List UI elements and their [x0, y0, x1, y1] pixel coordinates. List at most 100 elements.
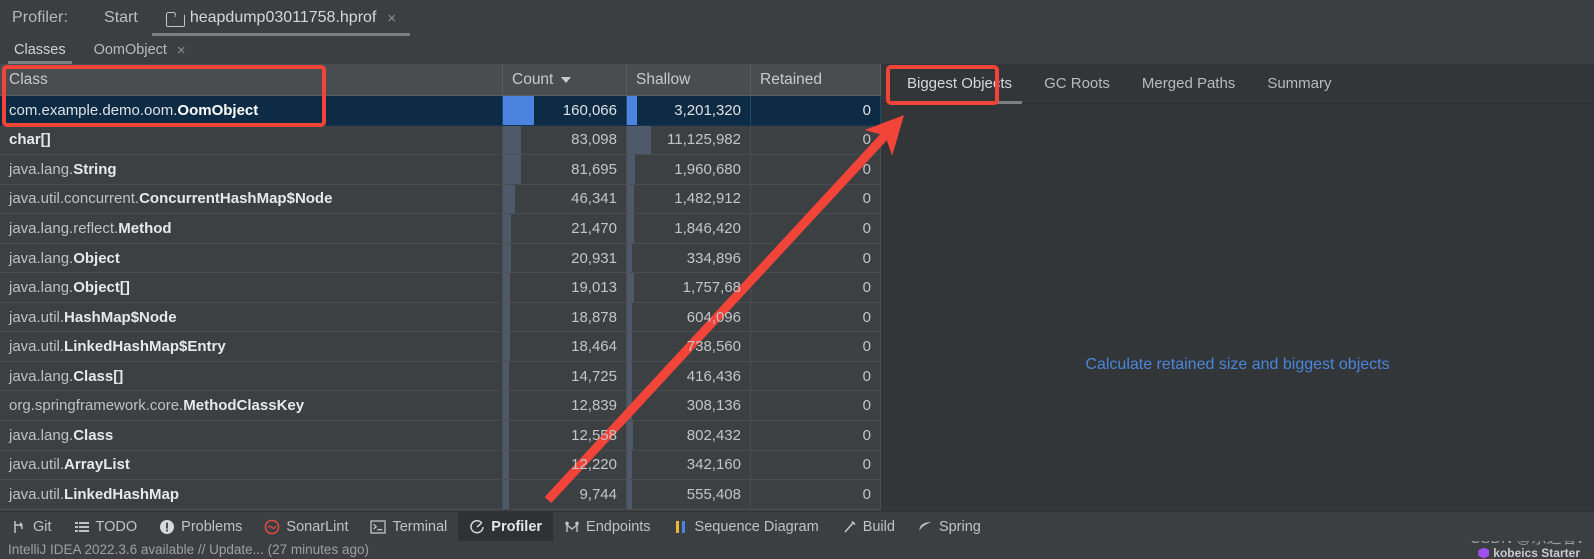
cell-class: java.lang. Object	[0, 243, 503, 273]
cell-count-value: 18,464	[571, 338, 617, 356]
tab-oomobject[interactable]: OomObject ×	[80, 36, 200, 64]
cell-shallow: 416,436	[627, 361, 751, 391]
cell-retained-value: 0	[862, 160, 871, 178]
cell-class: org.springframework.core. MethodClassKey	[0, 391, 503, 421]
table-row[interactable]: java.lang. String 81,695 1,960,680 0	[0, 155, 881, 185]
cell-count: 21,470	[503, 214, 627, 243]
cell-count: 12,839	[503, 391, 627, 421]
class-simple-name: Method	[118, 219, 172, 237]
tool-button-sonarlint[interactable]: SonarLint	[253, 512, 359, 542]
table-row[interactable]: java.lang. Class[] 14,725 416,436 0	[0, 361, 881, 392]
tool-button-git[interactable]: Git	[0, 512, 63, 542]
value-bar	[503, 480, 509, 509]
tool-button-build[interactable]: Build	[830, 512, 906, 542]
profiler-label: Profiler:	[12, 9, 69, 26]
table-row[interactable]: java.lang.reflect. Method 21,470 1,846,420 0	[0, 214, 881, 244]
table-row[interactable]: java.util. HashMap$Node 18,878 604,096 0	[0, 302, 881, 333]
table-row[interactable]: org.springframework.core. MethodClassKey 1…	[0, 391, 881, 422]
bottom-tool-window-bar: Git TODO Problems SonarLint Terminal Pro…	[0, 511, 1594, 542]
class-simple-name: Object	[73, 249, 120, 267]
class-simple-name: HashMap$Node	[64, 308, 177, 326]
table-header-row: Class Count Shallow Retained	[0, 64, 881, 96]
value-bar	[627, 302, 633, 332]
cell-retained: 0	[751, 243, 881, 273]
cell-retained: 0	[751, 302, 881, 332]
class-package: java.lang.	[9, 426, 74, 444]
tool-button-endpoints[interactable]: Endpoints	[553, 512, 662, 542]
cell-class: java.lang. Class[]	[0, 361, 503, 391]
tab-gc-roots[interactable]: GC Roots	[1028, 64, 1126, 104]
column-header-class[interactable]: Class	[0, 64, 503, 95]
cell-shallow-value: 3,201,320	[674, 101, 741, 119]
cell-count-value: 14,725	[571, 367, 617, 385]
table-row[interactable]: java.lang. Object 20,931 334,896 0	[0, 243, 881, 274]
tab-merged-paths[interactable]: Merged Paths	[1126, 64, 1251, 104]
value-bar	[627, 273, 635, 302]
status-bar: IntelliJ IDEA 2022.3.6 available // Upda…	[0, 541, 1594, 559]
cell-count-value: 12,839	[571, 397, 617, 415]
value-bar	[627, 450, 632, 480]
table-row[interactable]: java.util.concurrent. ConcurrentHashMap$N…	[0, 184, 881, 215]
sequence-diagram-icon	[673, 519, 689, 535]
cell-retained: 0	[751, 273, 881, 302]
profiler-tab-heapdump[interactable]: heapdump03011758.hprof ×	[151, 0, 411, 36]
cell-count: 19,013	[503, 273, 627, 302]
value-bar	[627, 332, 633, 361]
close-icon[interactable]: ×	[387, 11, 396, 26]
cell-retained-value: 0	[862, 456, 871, 474]
tool-button-profiler[interactable]: Profiler	[458, 511, 554, 542]
profiler-tab-strip: Profiler: Start heapdump03011758.hprof ×	[0, 0, 1594, 36]
tab-summary-label: Summary	[1267, 75, 1332, 92]
value-bar	[503, 450, 510, 480]
class-package: com.example.demo.oom.	[9, 101, 178, 119]
tab-biggest-objects-label: Biggest Objects	[907, 75, 1013, 92]
column-header-shallow[interactable]: Shallow	[627, 64, 751, 95]
class-simple-name: ArrayList	[64, 456, 130, 474]
profiler-tab-start[interactable]: Start	[90, 0, 152, 36]
value-bar	[503, 125, 522, 155]
tab-merged-paths-label: Merged Paths	[1141, 75, 1236, 92]
table-row[interactable]: java.util. LinkedHashMap$Entry 18,464 738,5…	[0, 332, 881, 362]
column-header-retained[interactable]: Retained	[751, 64, 881, 95]
detail-panel-tabs: Biggest Objects GC Roots Merged Paths Su…	[881, 64, 1594, 104]
value-bar	[627, 125, 651, 155]
cell-count-value: 12,558	[571, 426, 617, 444]
table-row[interactable]: java.util. ArrayList 12,220 342,160 0	[0, 450, 881, 481]
table-row[interactable]: com.example.demo.oom. OomObject 160,066 3,2…	[0, 96, 881, 126]
exclamation-circle-icon	[159, 519, 175, 535]
cell-shallow: 11,125,982	[627, 125, 751, 155]
secondary-watermark-label: kobeics Starter	[1493, 546, 1580, 559]
table-row[interactable]: java.lang. Object[] 19,013 1,757,68 0	[0, 273, 881, 303]
tool-button-problems-label: Problems	[181, 518, 243, 535]
cell-count-value: 9,744	[579, 485, 617, 503]
cell-count-value: 20,931	[571, 249, 617, 267]
cell-count: 9,744	[503, 480, 627, 509]
class-package: java.util.	[9, 485, 65, 503]
cell-retained-value: 0	[862, 367, 871, 385]
tool-button-spring[interactable]: Spring	[906, 512, 992, 542]
tool-button-todo[interactable]: TODO	[63, 512, 149, 542]
tab-biggest-objects[interactable]: Biggest Objects	[891, 64, 1028, 104]
status-message[interactable]: IntelliJ IDEA 2022.3.6 available // Upda…	[8, 542, 369, 557]
class-simple-name: Class	[73, 426, 114, 444]
cell-retained: 0	[751, 125, 881, 155]
cell-count-value: 21,470	[571, 219, 617, 237]
close-icon[interactable]: ×	[177, 43, 186, 58]
tool-button-problems[interactable]: Problems	[148, 512, 253, 542]
cell-count: 20,931	[503, 243, 627, 273]
tool-button-terminal[interactable]: Terminal	[359, 512, 458, 542]
cell-retained-value: 0	[862, 426, 871, 444]
tool-button-sequence-diagram[interactable]: Sequence Diagram	[662, 512, 830, 542]
tab-classes[interactable]: Classes	[0, 36, 80, 64]
column-header-count[interactable]: Count	[503, 64, 627, 95]
class-simple-name: MethodClassKey	[183, 397, 305, 415]
tab-summary[interactable]: Summary	[1251, 64, 1347, 104]
table-row[interactable]: java.util. LinkedHashMap 9,744 555,408 0	[0, 480, 881, 510]
table-row[interactable]: java.lang. Class 12,558 802,432 0	[0, 421, 881, 451]
calculate-retained-size-link[interactable]: Calculate retained size and biggest obje…	[881, 356, 1594, 374]
table-row[interactable]: char[] 83,098 11,125,982 0	[0, 125, 881, 156]
class-simple-name: Object[]	[73, 279, 130, 297]
cell-retained-value: 0	[862, 485, 871, 503]
cell-shallow-value: 1,846,420	[674, 219, 741, 237]
value-bar	[627, 361, 632, 391]
